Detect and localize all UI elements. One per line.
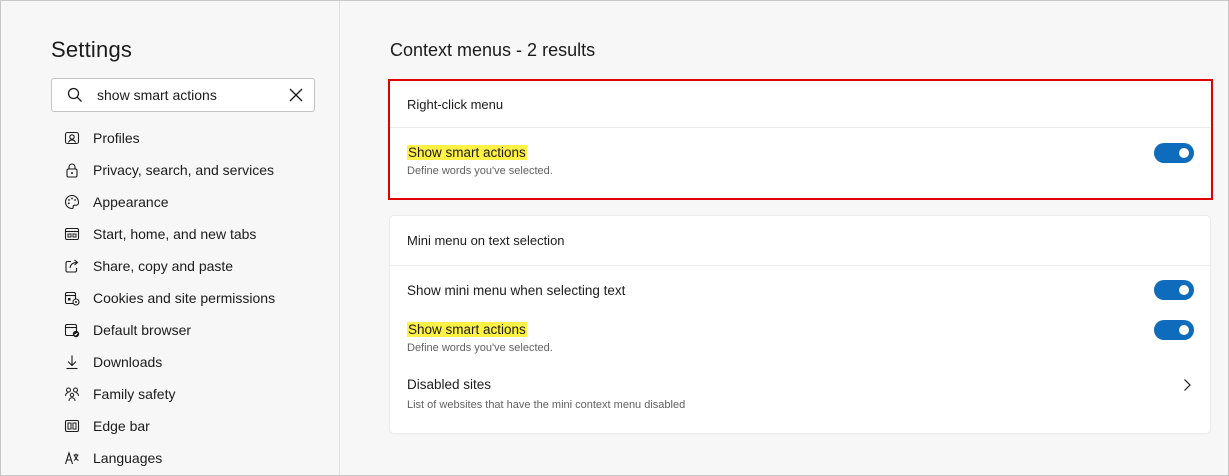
browser-icon [63, 321, 81, 339]
show-mini-menu-toggle[interactable] [1154, 280, 1194, 300]
settings-window: Settings Profiles Privacy, search, [0, 0, 1229, 476]
sidebar-item-default-browser[interactable]: Default browser [63, 314, 333, 346]
sidebar-title: Settings [51, 37, 133, 62]
cookies-icon [63, 289, 81, 307]
setting-description: Define words you've selected. [407, 165, 553, 177]
setting-row-disabled-sites[interactable]: Disabled sites List of websites that hav… [390, 366, 1210, 426]
setting-description: Define words you've selected. [407, 342, 553, 354]
sidebar-item-share-copy-paste[interactable]: Share, copy and paste [63, 250, 333, 282]
sidebar-item-start-home[interactable]: Start, home, and new tabs [63, 218, 333, 250]
setting-row-smart-actions: Show smart actions Define words you've s… [390, 306, 1210, 366]
sidebar-item-appearance[interactable]: Appearance [63, 186, 333, 218]
setting-row-show-mini-menu: Show mini menu when selecting text [390, 266, 1210, 306]
sidebar-item-edge-bar[interactable]: Edge bar [63, 410, 333, 442]
sidebar-item-label: Languages [93, 450, 163, 466]
card-header: Right-click menu [390, 81, 1210, 128]
sidebar-item-label: Cookies and site permissions [93, 290, 276, 306]
edge-bar-icon [63, 417, 81, 435]
search-box[interactable] [51, 78, 315, 112]
lock-icon [63, 161, 81, 179]
sidebar: Settings Profiles Privacy, search, [1, 1, 340, 475]
mini-menu-card: Mini menu on text selection Show mini me… [390, 216, 1210, 433]
sidebar-item-label: Default browser [93, 322, 192, 338]
setting-title: Disabled sites [407, 377, 492, 392]
mini-smart-actions-toggle[interactable] [1154, 320, 1194, 340]
card-header: Mini menu on text selection [390, 216, 1210, 266]
setting-title: Show smart actions [407, 322, 527, 337]
start-page-icon [63, 225, 81, 243]
sidebar-item-label: Profiles [93, 130, 140, 146]
search-input[interactable] [97, 81, 277, 109]
sidebar-item-languages[interactable]: Languages [63, 442, 333, 474]
sidebar-nav: Profiles Privacy, search, and services A… [63, 122, 333, 474]
page-title: Context menus - 2 results [390, 40, 596, 60]
profile-icon [63, 129, 81, 147]
sidebar-item-downloads[interactable]: Downloads [63, 346, 333, 378]
sidebar-item-label: Family safety [93, 386, 176, 402]
download-icon [63, 353, 81, 371]
family-icon [63, 385, 81, 403]
chevron-right-icon[interactable] [1182, 378, 1192, 392]
smart-actions-toggle[interactable] [1154, 143, 1194, 163]
sidebar-item-family-safety[interactable]: Family safety [63, 378, 333, 410]
palette-icon [63, 193, 81, 211]
sidebar-item-label: Appearance [93, 194, 169, 210]
sidebar-item-label: Downloads [93, 354, 163, 370]
sidebar-item-privacy[interactable]: Privacy, search, and services [63, 154, 333, 186]
setting-description: List of websites that have the mini cont… [407, 399, 686, 411]
sidebar-item-label: Edge bar [93, 418, 150, 434]
sidebar-item-label: Share, copy and paste [93, 258, 234, 274]
setting-row-smart-actions: Show smart actions Define words you've s… [390, 128, 1210, 197]
languages-icon [63, 449, 81, 467]
sidebar-item-label: Start, home, and new tabs [93, 226, 257, 242]
setting-title: Show mini menu when selecting text [407, 283, 626, 298]
main-content: Context menus - 2 results Right-click me… [340, 1, 1228, 475]
search-icon [67, 87, 83, 103]
sidebar-item-cookies[interactable]: Cookies and site permissions [63, 282, 333, 314]
right-click-menu-card: Right-click menu Show smart actions Defi… [390, 81, 1210, 198]
share-icon [63, 257, 81, 275]
setting-title: Show smart actions [407, 145, 527, 160]
sidebar-item-label: Privacy, search, and services [93, 162, 275, 178]
sidebar-item-profiles[interactable]: Profiles [63, 122, 333, 154]
clear-search-icon[interactable] [288, 87, 304, 103]
